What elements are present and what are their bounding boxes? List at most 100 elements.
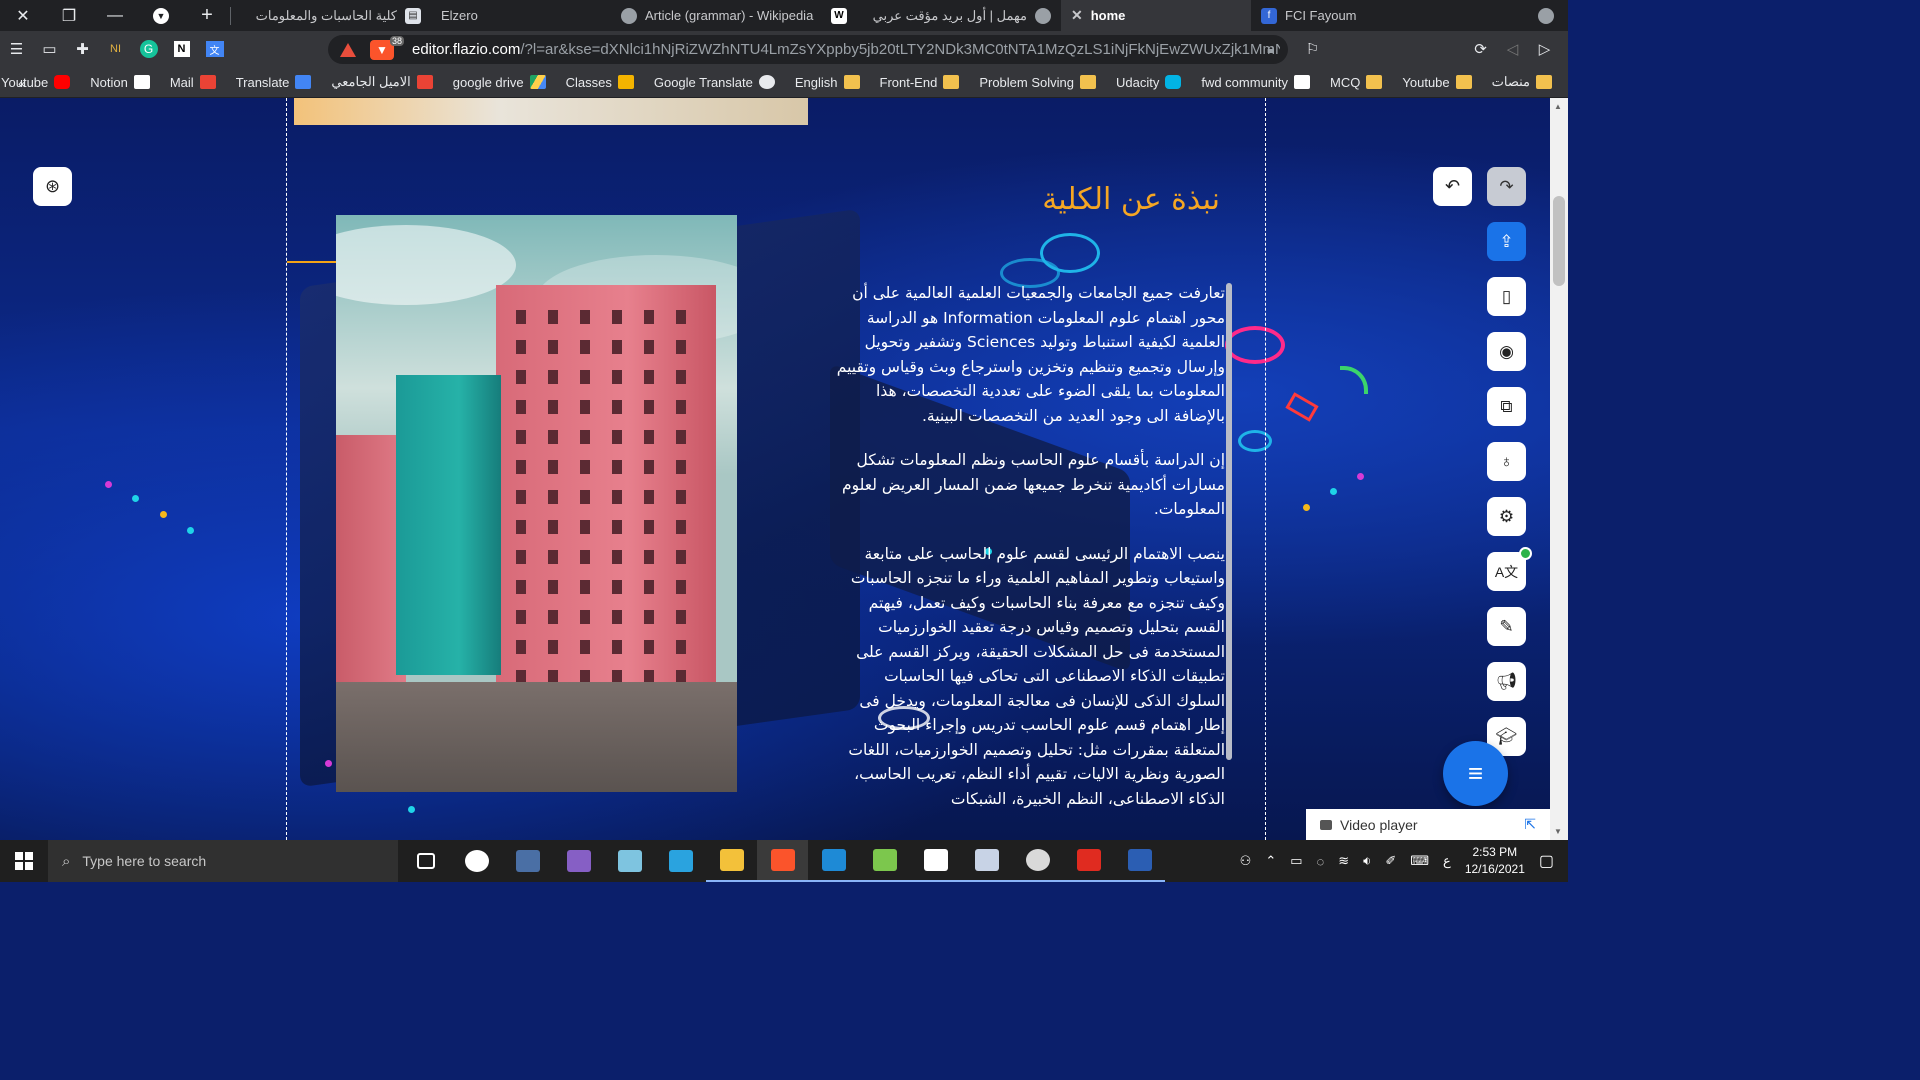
network-app-taskbar-button[interactable]	[961, 840, 1012, 882]
previous-section-image[interactable]	[294, 98, 808, 125]
battery-icon[interactable]: ▭	[1290, 853, 1302, 869]
keyboard-icon[interactable]: ⌨	[1410, 853, 1429, 869]
components-icon[interactable]: ⊛	[33, 167, 72, 206]
bookmark-item[interactable]: fwd community	[1201, 75, 1311, 90]
bookmark-item[interactable]: الاميل الجامعي	[331, 74, 433, 90]
bookmark-item[interactable]: Problem Solving	[979, 75, 1096, 90]
megaphone-icon[interactable]: 📢︎	[1487, 662, 1526, 701]
bookmark-item[interactable]: google drive	[453, 75, 546, 90]
building-window	[548, 520, 558, 534]
section-title[interactable]: نبذة عن الكلية	[1000, 182, 1220, 217]
taskbar-search[interactable]: ⌕ Type here to search	[48, 840, 398, 882]
bookmark-item[interactable]: Youtube	[1, 75, 71, 90]
brave-shields-icon[interactable]: ▼ 38	[370, 35, 404, 60]
bookmark-item[interactable]: MCQ	[1330, 75, 1383, 90]
search-icon: ⌕	[62, 852, 71, 870]
chevron-up-icon[interactable]: ⌃	[1265, 853, 1276, 869]
bookmark-item[interactable]: English	[795, 75, 860, 90]
input-language[interactable]: ع	[1443, 853, 1451, 869]
bookmark-item[interactable]: Google Translate	[654, 75, 775, 90]
external-link-icon[interactable]: ⇱	[1524, 816, 1536, 833]
brush-icon[interactable]: ✎	[1487, 607, 1526, 646]
clock[interactable]: 2:53 PM 12/16/2021	[1465, 844, 1525, 878]
mobile-icon[interactable]: ▯	[1487, 277, 1526, 316]
bookmark-item[interactable]: Front-End	[880, 75, 960, 90]
file-explorer-taskbar-button[interactable]	[706, 840, 757, 882]
building-window	[676, 430, 686, 444]
calculator-taskbar-button[interactable]	[502, 840, 553, 882]
wifi-icon[interactable]: ≋	[1338, 853, 1349, 869]
window-close-button[interactable]: ✕	[0, 0, 46, 31]
task-view-taskbar-button[interactable]	[400, 840, 451, 882]
bookmark-item[interactable]: منصات	[1492, 74, 1552, 90]
pen-icon[interactable]: ✐	[1385, 853, 1396, 869]
vscode-taskbar-button[interactable]	[808, 840, 859, 882]
eye-icon[interactable]: ◉	[1487, 332, 1526, 371]
volume-icon[interactable]: 🔉︎	[1363, 853, 1371, 869]
tab-temp-mail[interactable]: W مهمل | أول بريد مؤقت عربي	[821, 0, 1061, 31]
menu-icon[interactable]: ☰	[0, 31, 33, 67]
window-restore-button[interactable]: ❐	[46, 0, 92, 31]
notion-extension-icon[interactable]: N	[165, 31, 198, 67]
close-icon[interactable]: ✕	[1071, 7, 1083, 24]
page-scrollbar[interactable]: ▲ ▼	[1550, 98, 1568, 840]
reload-icon[interactable]: ⟳	[1464, 31, 1497, 67]
bookmark-icon[interactable]: ⚐	[1296, 31, 1329, 67]
tab-elzero[interactable]: Elzero	[431, 0, 611, 31]
cat-app-taskbar-button[interactable]	[451, 840, 502, 882]
chat-support-button[interactable]: ≡	[1443, 741, 1508, 806]
gear-icon[interactable]: ⚙	[1487, 497, 1526, 536]
bookmark-item[interactable]: Translate	[236, 75, 312, 90]
bookmark-item[interactable]: Youtube	[1402, 75, 1472, 90]
lightbulb-icon[interactable]: ♁	[1487, 442, 1526, 481]
forward-icon[interactable]: ▷	[1528, 31, 1561, 67]
bookmarks-overflow-button[interactable]: «	[18, 75, 26, 91]
extensions-icon[interactable]: ✚	[66, 31, 99, 67]
file-explorer-icon	[719, 849, 744, 871]
scrollbar-thumb[interactable]	[1226, 283, 1232, 760]
start-button[interactable]	[0, 840, 48, 882]
scrollbar-thumb[interactable]	[1553, 196, 1565, 286]
tab-fci-college[interactable]: كلية الحاسبات والمعلومات ▤	[231, 0, 431, 31]
scroll-up-arrow[interactable]: ▲	[1554, 102, 1562, 111]
tab-search-button[interactable]: ▼	[138, 0, 184, 31]
translate-extension-icon[interactable]: 文	[198, 31, 231, 67]
linux-app-taskbar-button[interactable]	[1012, 840, 1063, 882]
back-icon[interactable]: ◁	[1496, 31, 1529, 67]
tab-fci-fayoum[interactable]: f FCI Fayoum	[1251, 0, 1471, 31]
article-text[interactable]: تعارفت جميع الجامعات والجمعيات العلمية ا…	[835, 281, 1225, 831]
notes-app-taskbar-button[interactable]	[604, 840, 655, 882]
grammarly-icon[interactable]: G	[132, 31, 165, 67]
visual-studio-taskbar-button[interactable]	[553, 840, 604, 882]
bookmark-item[interactable]: Notion	[90, 75, 150, 90]
network-icon[interactable]: ◌	[1317, 854, 1325, 869]
brave-taskbar-button[interactable]	[757, 840, 808, 882]
tab-home[interactable]: ✕ home	[1061, 0, 1251, 31]
campus-photo[interactable]	[336, 215, 737, 792]
new-tab-button[interactable]: +	[184, 0, 230, 31]
window-minimize-button[interactable]: —	[92, 0, 138, 31]
undo-button[interactable]: ↶	[1433, 167, 1472, 206]
wallet-icon[interactable]: ▭	[33, 31, 66, 67]
notion-taskbar-button[interactable]	[910, 840, 961, 882]
address-bar[interactable]: ▼ 38 editor.flazio.com /?l=ar&kse=dXNlci1…	[328, 35, 1288, 64]
tab-wikipedia[interactable]: Article (grammar) - Wikipedia	[611, 0, 821, 31]
text-box-scrollbar[interactable]	[1226, 283, 1232, 760]
decor-dot	[105, 481, 112, 488]
notifications-icon[interactable]: ▢	[1539, 851, 1554, 871]
bookmark-item[interactable]: Udacity	[1116, 75, 1182, 90]
word-taskbar-button[interactable]	[1114, 840, 1165, 882]
bookmark-item[interactable]: Classes	[566, 75, 634, 90]
extension-ni-icon[interactable]: NI	[99, 31, 132, 67]
video-player-bar[interactable]: Video player ⇱	[1306, 809, 1550, 840]
telegram-taskbar-button[interactable]	[655, 840, 706, 882]
lambda-app-taskbar-button[interactable]	[859, 840, 910, 882]
people-icon[interactable]: ⚇	[1240, 853, 1252, 869]
scroll-down-arrow[interactable]: ▼	[1554, 827, 1562, 836]
bookmark-item[interactable]: Mail	[170, 75, 216, 90]
copy-icon[interactable]: ⧉	[1487, 387, 1526, 426]
pdf-reader-taskbar-button[interactable]	[1063, 840, 1114, 882]
upload-icon[interactable]: ⇪	[1487, 222, 1526, 261]
building-window	[676, 550, 686, 564]
redo-button[interactable]: ↷	[1487, 167, 1526, 206]
